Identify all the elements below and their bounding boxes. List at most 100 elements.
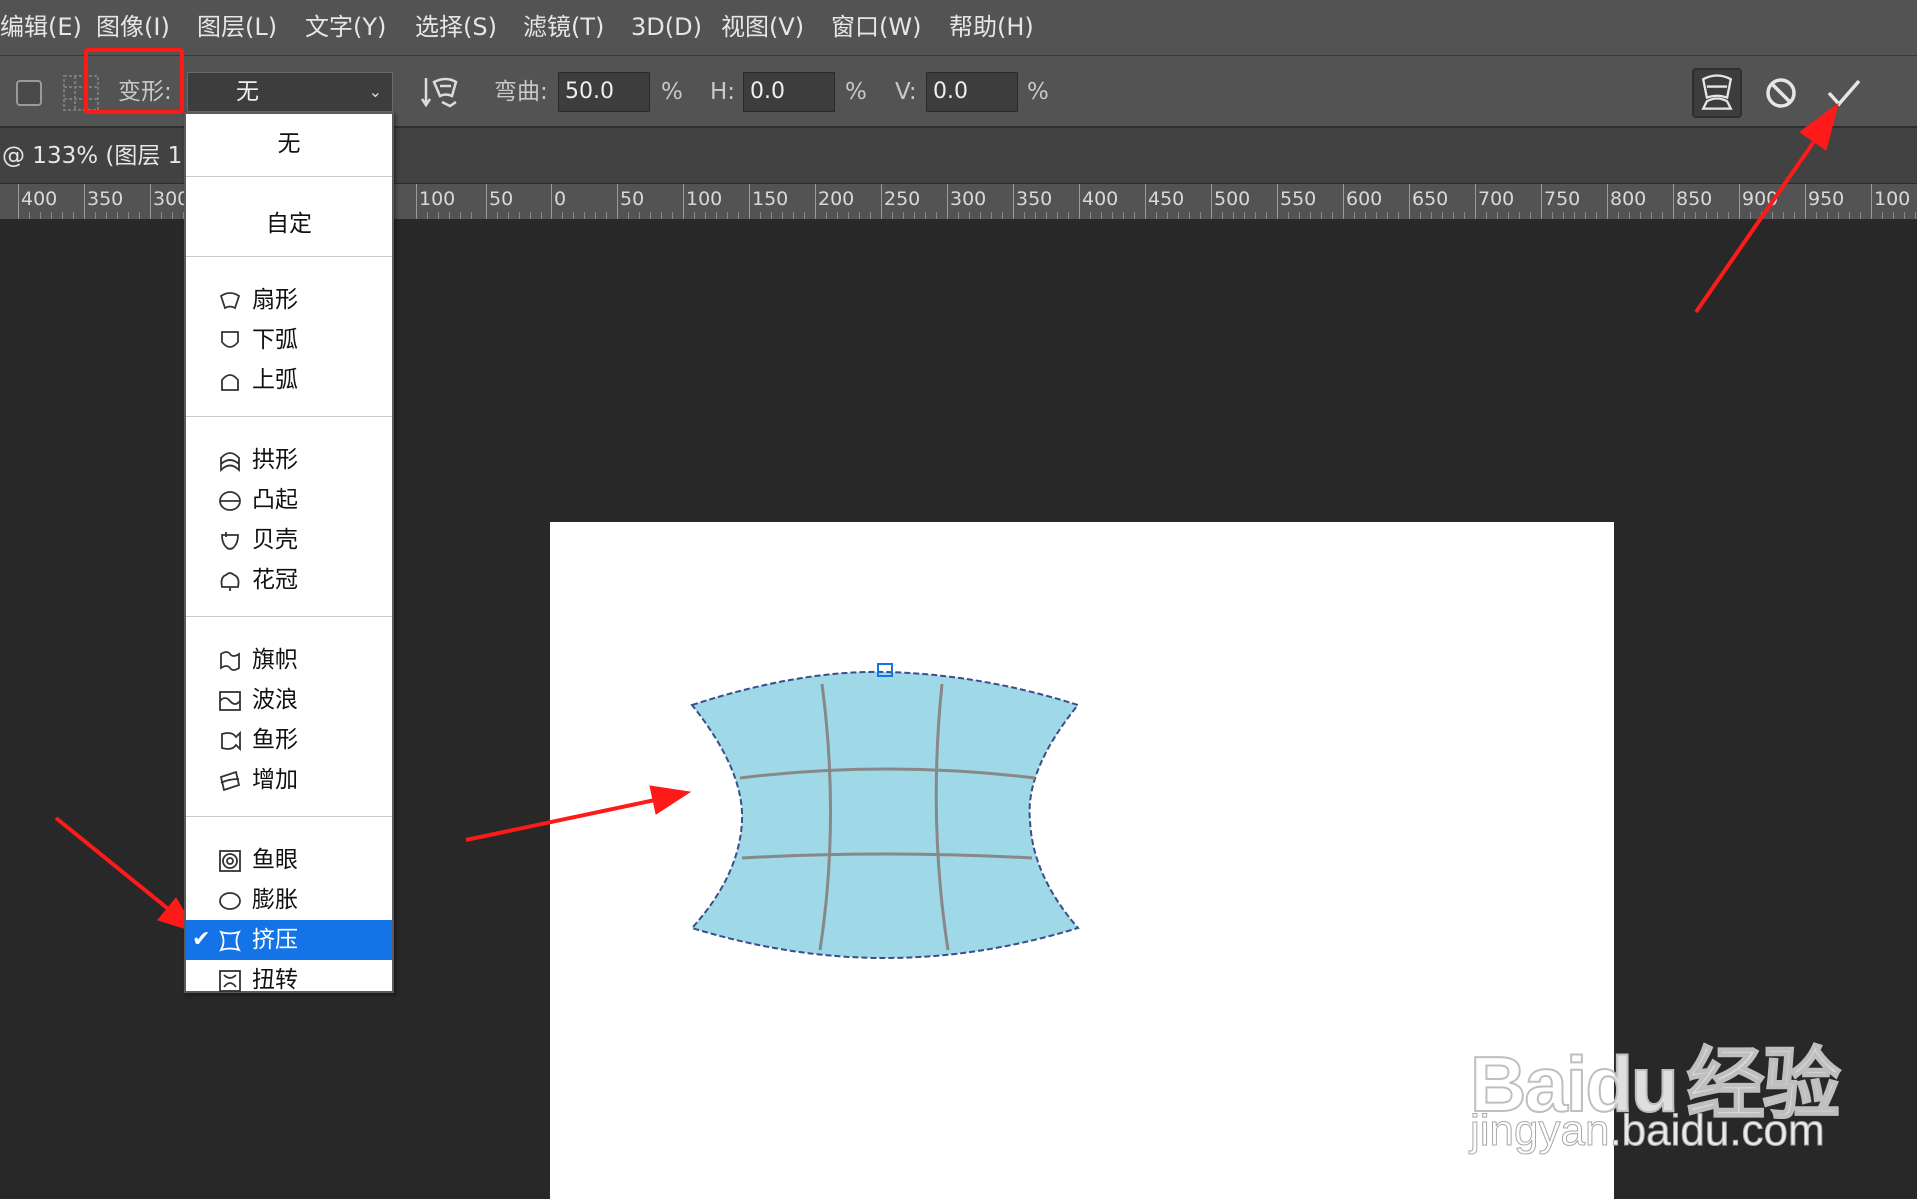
- h-distortion-input[interactable]: 0.0: [743, 72, 835, 112]
- ruler-minor-tick: [1838, 212, 1839, 219]
- bend-input[interactable]: 50.0: [558, 72, 650, 112]
- ruler-minor-tick: [628, 212, 629, 219]
- chevron-down-icon: ⌄: [368, 82, 382, 101]
- dropdown-item-13[interactable]: 鱼眼: [186, 840, 392, 880]
- ruler-minor-tick: [471, 212, 472, 219]
- ruler-minor-tick: [73, 212, 74, 219]
- warp-mode-button[interactable]: [1692, 68, 1742, 118]
- ruler-label: 400: [21, 188, 58, 210]
- menu-window[interactable]: 窗口(W): [831, 0, 921, 56]
- ruler-minor-tick: [672, 212, 673, 219]
- ruler-label: 50: [489, 188, 514, 210]
- ruler-tick: [551, 184, 552, 219]
- menu-type[interactable]: 文字(Y): [305, 0, 386, 56]
- ruler-minor-tick: [1596, 212, 1597, 219]
- ruler-minor-tick: [738, 212, 739, 219]
- dropdown-item-15[interactable]: ✔ 挤压: [186, 920, 392, 960]
- dropdown-item-0[interactable]: 无: [186, 124, 392, 164]
- dropdown-item-14[interactable]: 膨胀: [186, 880, 392, 920]
- ruler-minor-tick: [771, 212, 772, 219]
- ruler-label: 850: [1676, 188, 1713, 210]
- ruler-minor-tick: [716, 212, 717, 219]
- dropdown-item-5[interactable]: 拱形: [186, 440, 392, 480]
- menu-view[interactable]: 视图(V): [721, 0, 804, 56]
- arc-upper-icon: [221, 374, 239, 391]
- ruler-minor-tick: [694, 212, 695, 219]
- toggle-checkbox[interactable]: [16, 80, 42, 106]
- dropdown-item-3[interactable]: 下弧: [186, 320, 392, 360]
- dropdown-item-9[interactable]: 旗帜: [186, 640, 392, 680]
- ruler-minor-tick: [1695, 212, 1696, 219]
- ruler-minor-tick: [1299, 212, 1300, 219]
- ruler-minor-tick: [661, 212, 662, 219]
- dropdown-separator: [186, 256, 392, 257]
- warped-shape[interactable]: [680, 660, 1100, 970]
- dropdown-item-8[interactable]: 花冠: [186, 560, 392, 600]
- menu-help[interactable]: 帮助(H): [949, 0, 1034, 56]
- ruler-minor-tick: [1684, 212, 1685, 219]
- ruler-minor-tick: [139, 212, 140, 219]
- ruler-tick: [1079, 184, 1080, 219]
- ruler-minor-tick: [1519, 212, 1520, 219]
- ruler-minor-tick: [1706, 212, 1707, 219]
- ruler-tick: [1475, 184, 1476, 219]
- ruler-minor-tick: [1090, 212, 1091, 219]
- rise-icon: [219, 770, 241, 792]
- arch-icon: [220, 452, 240, 473]
- ruler-minor-tick: [925, 212, 926, 219]
- ruler-label: 950: [1808, 188, 1845, 210]
- ruler-minor-tick: [1134, 212, 1135, 219]
- dropdown-item-16[interactable]: 扭转: [186, 960, 392, 1000]
- dropdown-item-12[interactable]: 增加: [186, 760, 392, 800]
- warp-mode-icon: [1701, 74, 1733, 110]
- change-orientation-icon[interactable]: [420, 72, 460, 112]
- dropdown-item-label: 扭转: [252, 967, 298, 993]
- ruler-minor-tick: [793, 212, 794, 219]
- dropdown-item-label: 无: [277, 131, 301, 157]
- ruler-minor-tick: [1651, 212, 1652, 219]
- check-icon: ✔: [192, 927, 211, 952]
- ruler-minor-tick: [106, 212, 107, 219]
- ruler-minor-tick: [1431, 212, 1432, 219]
- dropdown-item-7[interactable]: 贝壳: [186, 520, 392, 560]
- ruler-minor-tick: [562, 212, 563, 219]
- commit-transform-icon[interactable]: [1826, 76, 1862, 110]
- ruler-minor-tick: [497, 212, 498, 219]
- ruler-label: 350: [87, 188, 124, 210]
- dropdown-item-6[interactable]: 凸起: [186, 480, 392, 520]
- ruler-label: 800: [1610, 188, 1647, 210]
- ruler-minor-tick: [449, 212, 450, 219]
- ruler-tick: [1739, 184, 1740, 219]
- dropdown-item-11[interactable]: 鱼形: [186, 720, 392, 760]
- dropdown-item-1[interactable]: 自定: [186, 204, 392, 244]
- ruler-minor-tick: [62, 212, 63, 219]
- v-distortion-input[interactable]: 0.0: [926, 72, 1018, 112]
- dropdown-item-label: 挤压: [252, 927, 298, 953]
- ruler-label: 100: [419, 188, 456, 210]
- menu-layer[interactable]: 图层(L): [197, 0, 277, 56]
- ruler-minor-tick: [1783, 212, 1784, 219]
- ruler-tick: [1211, 184, 1212, 219]
- ruler-minor-tick: [1266, 212, 1267, 219]
- ruler-minor-tick: [1585, 212, 1586, 219]
- ruler-minor-tick: [1332, 212, 1333, 219]
- warp-style-select[interactable]: 无 ⌄: [187, 72, 393, 112]
- dropdown-item-4[interactable]: 上弧: [186, 360, 392, 400]
- menu-3d[interactable]: 3D(D): [631, 0, 702, 56]
- ruler-minor-tick: [958, 212, 959, 219]
- dropdown-item-2[interactable]: 扇形: [186, 280, 392, 320]
- menu-filter[interactable]: 滤镜(T): [523, 0, 604, 56]
- menu-select[interactable]: 选择(S): [415, 0, 497, 56]
- ruler-minor-tick: [1035, 212, 1036, 219]
- bulge-icon: [219, 491, 241, 511]
- ruler-label: 50: [620, 188, 645, 210]
- menu-edit[interactable]: 编辑(E): [0, 0, 82, 56]
- dropdown-item-10[interactable]: 波浪: [186, 680, 392, 720]
- ruler-label: 100: [1874, 188, 1911, 210]
- warp-style-dropdown: 无自定扇形 下弧 上弧拱形 凸起 贝壳 花冠旗帜 波浪 鱼形 增加鱼眼 膨胀 ✔ 挤压扭转: [184, 112, 394, 993]
- ruler-tick: [1607, 184, 1608, 219]
- h-percent: %: [845, 79, 867, 105]
- cancel-transform-icon[interactable]: [1764, 76, 1798, 110]
- ruler-minor-tick: [40, 212, 41, 219]
- ruler-minor-tick: [782, 212, 783, 219]
